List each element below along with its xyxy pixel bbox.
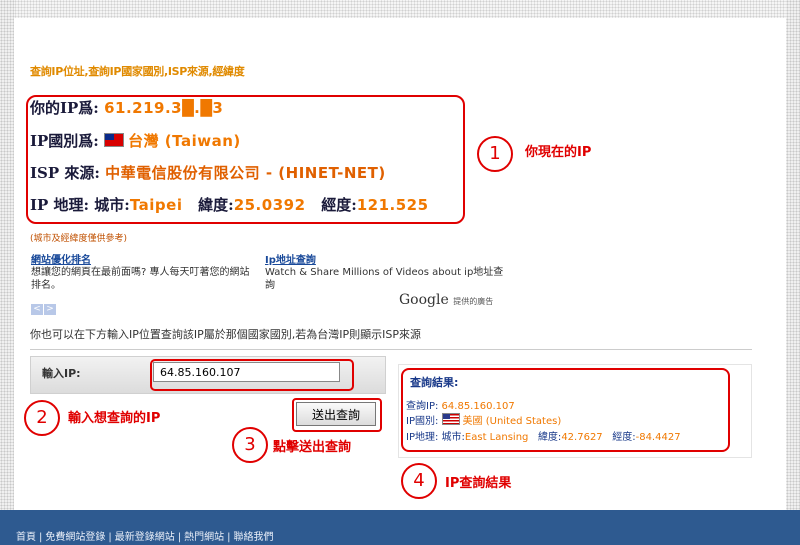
result-title: 查詢結果: — [410, 376, 459, 389]
top-border-strip — [14, 0, 786, 18]
annotation-number-2: 2 — [24, 400, 60, 436]
ad-block-2: Ip地址查詢 Watch & Share Millions of Videos … — [265, 251, 505, 292]
google-caption: 提供的廣告 — [453, 297, 494, 306]
isp-label: ISP 來源: — [30, 164, 100, 182]
left-border-strip — [0, 0, 14, 545]
result-city-label: 城市: — [441, 432, 465, 443]
isp-value: 中華電信股份有限公司 - (HINET-NET) — [105, 164, 386, 182]
footer-link-contact[interactable]: 聯絡我們 — [234, 532, 274, 543]
lon-value: 121.525 — [356, 196, 429, 214]
footer-link-popular[interactable]: 熱門網站 — [184, 532, 224, 543]
country-value: 台灣 (Taiwan) — [128, 132, 241, 150]
lon-label: 經度: — [321, 196, 357, 214]
ad-nav: < > — [31, 296, 57, 315]
result-lat-value: 42.7627 — [561, 432, 603, 443]
submit-button-highlight — [292, 398, 382, 432]
ip-value: 61.219.3█.█3 — [104, 99, 224, 117]
geo-disclaimer: (城市及經緯度僅供參考) — [30, 234, 128, 244]
country-line: IP國別爲: 台灣 (Taiwan) — [30, 130, 241, 151]
ad-block-1: 網站優化排名 想讓您的網頁在最前面嗎? 專人每天叮著您的網站排名。 — [31, 251, 256, 292]
taiwan-flag-icon — [104, 133, 125, 147]
result-ip-label: 查詢IP: — [406, 401, 439, 412]
google-logo: Google — [399, 292, 449, 308]
divider — [30, 349, 752, 350]
footer-links: 首頁 | 免費網站登錄 | 最新登錄網站 | 熱門網站 | 聯絡我們 — [16, 532, 274, 543]
ip-input-label: 輸入IP: — [42, 367, 81, 380]
result-lon-value: -84.4427 — [635, 432, 681, 443]
footer-link-latest[interactable]: 最新登錄網站 — [115, 532, 175, 543]
isp-line: ISP 來源: 中華電信股份有限公司 - (HINET-NET) — [30, 162, 386, 183]
current-ip-line: 你的IP爲: 61.219.3█.█3 — [30, 97, 223, 118]
city-label: 城市: — [94, 196, 130, 214]
ad-desc-1: 想讓您的網頁在最前面嗎? 專人每天叮著您的網站排名。 — [31, 267, 250, 291]
result-country-line: IP國別: 美國 (United States) — [406, 412, 561, 427]
ad-title-1[interactable]: 網站優化排名 — [31, 251, 256, 266]
ad-prev-button[interactable]: < — [31, 304, 43, 315]
footer-link-free-submit[interactable]: 免費網站登錄 — [45, 532, 105, 543]
result-lat-label: 緯度: — [537, 432, 562, 443]
lat-label: 緯度: — [198, 196, 234, 214]
google-ads-attribution[interactable]: Google 提供的廣告 — [399, 292, 493, 308]
ip-label: 你的IP爲: — [30, 99, 99, 117]
ad-desc-2: Watch & Share Millions of Videos about i… — [265, 267, 504, 291]
geo-label: IP 地理: — [30, 196, 90, 214]
ip-input-highlight — [150, 359, 354, 391]
right-border-strip — [786, 0, 800, 545]
annotation-text-1: 你現在的IP — [525, 145, 592, 160]
annotation-number-3: 3 — [232, 427, 268, 463]
annotation-text-2: 輸入想查詢的IP — [68, 411, 161, 426]
result-city-value: East Lansing — [464, 432, 529, 443]
annotation-text-4: IP查詢結果 — [445, 476, 512, 491]
annotation-number-4: 4 — [401, 463, 437, 499]
result-geo-label: IP地理: — [406, 432, 439, 443]
lookup-hint: 你也可以在下方輸入IP位置查詢該IP屬於那個國家國別,若為台灣IP則顯示ISP來… — [30, 328, 421, 341]
lat-value: 25.0392 — [233, 196, 306, 214]
result-ip-line: 查詢IP: 64.85.160.107 — [406, 397, 515, 412]
country-label: IP國別爲: — [30, 132, 99, 150]
ad-next-button[interactable]: > — [44, 304, 56, 315]
usa-flag-icon — [441, 413, 460, 425]
result-lon-label: 經度: — [612, 432, 636, 443]
result-geo-line: IP地理: 城市:East Lansing 緯度:42.7627 經度:-84.… — [406, 428, 681, 443]
ad-title-2[interactable]: Ip地址查詢 — [265, 251, 505, 266]
annotation-text-3: 點擊送出查詢 — [273, 440, 352, 455]
footer-link-home[interactable]: 首頁 — [16, 532, 36, 543]
city-value: Taipei — [129, 196, 183, 214]
geo-line: IP 地理: 城市:Taipei 緯度:25.0392 經度:121.525 — [30, 194, 429, 215]
result-country-label: IP國別: — [406, 416, 439, 427]
page-title[interactable]: 查詢IP位址,查詢IP國家國別,ISP來源,經緯度 — [30, 63, 245, 79]
result-ip-value: 64.85.160.107 — [441, 401, 515, 412]
annotation-number-1: 1 — [477, 136, 513, 172]
result-country-value: 美國 (United States) — [462, 416, 562, 427]
